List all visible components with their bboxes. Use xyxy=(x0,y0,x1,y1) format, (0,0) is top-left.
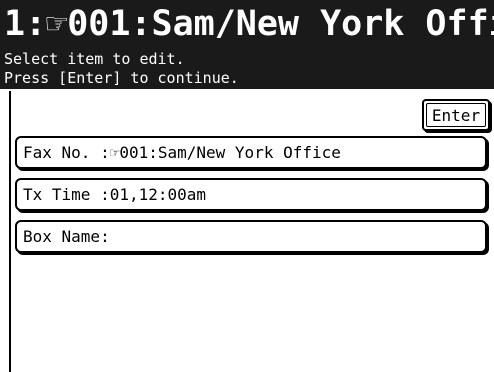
fax-panel-screen: 1:☞001:Sam/New York Offic Select item to… xyxy=(0,0,494,372)
left-border-line xyxy=(9,91,11,372)
item-tx-time[interactable]: Tx Time :01,12:00am xyxy=(15,178,487,211)
item-box-name-label: Box Name: xyxy=(23,227,110,246)
page-title: 1:☞001:Sam/New York Offic xyxy=(4,4,494,44)
item-box-name[interactable]: Box Name: xyxy=(15,220,487,253)
content-area: Enter Fax No. :☞001:Sam/New York Office … xyxy=(0,91,494,372)
item-tx-time-label: Tx Time :01,12:00am xyxy=(23,185,207,204)
instruction-line-1: Select item to edit. xyxy=(4,50,185,68)
enter-button[interactable]: Enter xyxy=(422,99,490,131)
header-bar: 1:☞001:Sam/New York Offic Select item to… xyxy=(0,0,494,91)
item-fax-number-label: Fax No. :☞001:Sam/New York Office xyxy=(23,143,341,162)
enter-button-label: Enter xyxy=(426,103,486,127)
instruction-line-2: Press [Enter] to continue. xyxy=(4,69,239,87)
item-fax-number[interactable]: Fax No. :☞001:Sam/New York Office xyxy=(15,136,487,169)
